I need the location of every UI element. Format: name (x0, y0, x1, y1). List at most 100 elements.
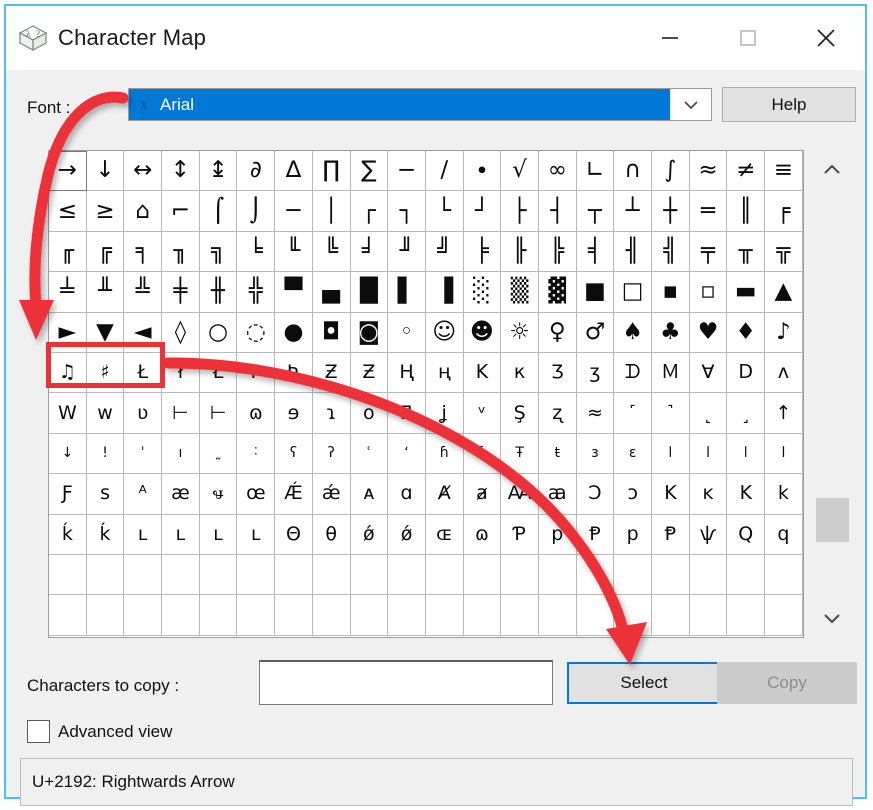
character-cell[interactable]: █ (350, 272, 389, 313)
character-cell[interactable]: ╛ (350, 231, 389, 273)
character-cell[interactable]: ╓ (49, 231, 87, 273)
character-cell[interactable]: ≤ (49, 191, 87, 232)
character-cell[interactable]: ∏ (312, 151, 351, 192)
character-cell[interactable] (199, 554, 238, 596)
character-cell[interactable] (463, 554, 502, 596)
character-cell[interactable]: ˹ (614, 393, 652, 434)
character-cell[interactable]: ╫ (199, 272, 238, 313)
character-cell[interactable]: − (388, 151, 426, 192)
character-cell[interactable] (652, 554, 690, 596)
character-cell[interactable]: Ŧ (501, 433, 539, 475)
character-cell[interactable]: ᴋ (689, 474, 728, 515)
character-cell[interactable]: ʔ (312, 433, 351, 475)
character-cell[interactable]: ʕ (275, 433, 313, 475)
character-cell[interactable]: Ƶ (312, 352, 351, 394)
character-cell[interactable]: ╥ (727, 231, 766, 273)
select-button[interactable]: Select (567, 662, 721, 704)
character-cell[interactable]: ∑ (350, 151, 389, 192)
character-cell[interactable]: Ǝ (388, 393, 426, 434)
character-cell[interactable] (312, 595, 351, 636)
character-cell[interactable]: K (463, 352, 502, 394)
character-cell[interactable]: w (86, 393, 125, 434)
character-cell[interactable]: Ꜳ (501, 474, 539, 515)
character-cell[interactable]: ◦ (388, 312, 426, 353)
character-cell[interactable]: Ｍ (652, 352, 690, 394)
character-cell[interactable] (425, 554, 464, 596)
character-cell[interactable]: ♀ (538, 312, 577, 353)
character-cell[interactable]: ♥ (689, 312, 728, 353)
minimize-button[interactable] (631, 6, 709, 70)
character-cell[interactable]: ╡ (576, 231, 615, 273)
character-cell[interactable]: Ⱥ (425, 474, 464, 515)
character-cell[interactable]: ▒ (501, 272, 539, 313)
character-cell[interactable] (614, 595, 652, 636)
character-cell[interactable]: ʝ (425, 393, 464, 434)
character-cell[interactable] (49, 554, 87, 596)
character-cell[interactable]: Ң (388, 352, 426, 394)
character-cell[interactable]: ʟ (199, 514, 238, 555)
character-cell[interactable]: □ (614, 272, 652, 313)
character-cell[interactable]: ◌ (237, 312, 276, 353)
character-cell[interactable]: ʋ (124, 393, 163, 434)
character-cell[interactable]: ∫ (652, 151, 690, 192)
character-cell[interactable]: ⌡ (237, 191, 276, 232)
character-cell[interactable]: ᗪ (614, 352, 652, 394)
character-cell[interactable]: ↨ (199, 151, 238, 192)
character-cell[interactable]: ╟ (501, 231, 539, 273)
character-cell[interactable]: ɿ (312, 393, 351, 434)
character-cell[interactable] (689, 554, 728, 596)
grid-scrollbar[interactable] (812, 150, 852, 638)
character-cell[interactable]: ▄ (312, 272, 351, 313)
character-cell[interactable]: ↓ (86, 151, 125, 192)
character-cell[interactable]: ╧ (49, 272, 87, 313)
character-cell[interactable]: ᗞ (727, 352, 766, 394)
character-cell[interactable]: ╣ (652, 231, 690, 273)
character-cell[interactable] (501, 595, 539, 636)
character-cell[interactable]: ʿ (350, 433, 389, 475)
character-cell[interactable]: ▫ (689, 272, 728, 313)
character-cell[interactable] (576, 554, 615, 596)
character-cell[interactable]: Ɔ (576, 474, 615, 515)
character-cell[interactable]: ╢ (614, 231, 652, 273)
character-cell[interactable]: ∩ (614, 151, 652, 192)
character-cell[interactable]: ╗ (199, 231, 238, 273)
character-cell[interactable] (576, 595, 615, 636)
character-cell[interactable]: ∆ (275, 151, 313, 192)
character-cell[interactable]: ▐ (425, 272, 464, 313)
character-cell[interactable]: ░ (463, 272, 502, 313)
character-cell[interactable]: ┐ (388, 191, 426, 232)
character-cell[interactable]: √ (501, 151, 539, 192)
character-cell[interactable]: ╙ (275, 231, 313, 273)
character-cell[interactable]: ♫ (49, 352, 87, 394)
character-cell[interactable] (463, 595, 502, 636)
character-cell[interactable]: ♠ (614, 312, 652, 353)
character-cell[interactable]: ⊢ (199, 393, 238, 434)
character-grid[interactable]: → ↓ ↔ ↕ ↨ ∂ ∆ ∏ ∑ − ∕ ∙ √ ∞ ∟ ∩ ∫ ≈ ≠ ≡ ≤ ≥ ⌂ ⌐ ⌠ ⌡ ─ │ ┌ ┐ └ ┘ ├ ┤ ┬ ┴ ┼ ═ ║ ╒… (48, 150, 804, 638)
character-cell[interactable]: ɛ (614, 433, 652, 475)
character-cell[interactable]: Ƥ (501, 514, 539, 555)
character-cell[interactable]: ♂ (576, 312, 615, 353)
character-cell[interactable] (350, 595, 389, 636)
character-cell[interactable]: ☺ (425, 312, 464, 353)
character-cell[interactable]: ● (275, 312, 313, 353)
character-cell[interactable]: ╪ (162, 272, 200, 313)
character-cell[interactable]: ♯ (86, 352, 125, 394)
character-cell[interactable] (538, 595, 577, 636)
character-cell[interactable]: └ (425, 191, 464, 232)
character-cell[interactable]: ı (162, 433, 200, 475)
character-cell[interactable]: ∟ (576, 151, 615, 192)
character-cell[interactable]: ═ (689, 191, 728, 232)
close-button[interactable] (787, 6, 865, 70)
character-cell[interactable]: ʌ (765, 352, 803, 394)
character-cell[interactable]: ◄ (124, 312, 163, 353)
character-cell[interactable]: Ł (124, 352, 163, 394)
character-cell[interactable]: ┘ (463, 191, 502, 232)
help-button[interactable]: Help (722, 87, 856, 122)
character-cell[interactable] (86, 554, 125, 596)
character-cell[interactable]: ⱥ (463, 474, 502, 515)
character-cell[interactable]: ┴ (614, 191, 652, 232)
character-cell[interactable]: ▲ (765, 272, 803, 313)
character-cell[interactable]: Q (727, 514, 766, 555)
character-cell[interactable]: ң (425, 352, 464, 394)
character-cell[interactable]: ɶ (425, 514, 464, 555)
